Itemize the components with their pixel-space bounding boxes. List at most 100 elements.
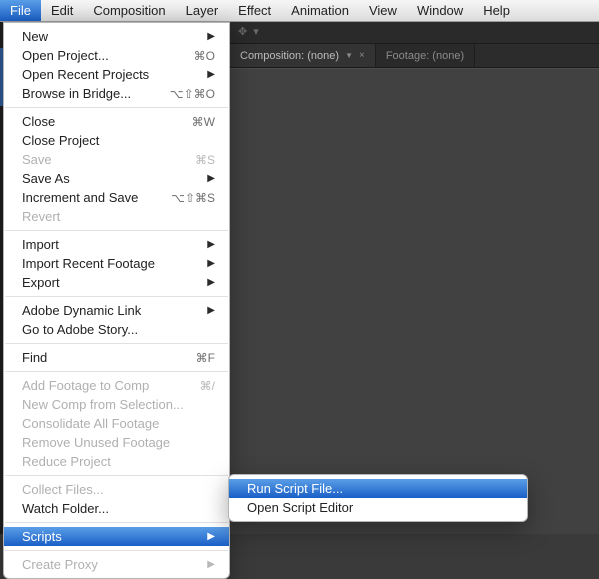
menu-item: Revert [4, 207, 229, 226]
menu-item-label: Import Recent Footage [22, 256, 199, 271]
menu-item[interactable]: Adobe Dynamic Link▶ [4, 301, 229, 320]
menu-item-shortcut: ⌘S [187, 153, 215, 167]
menu-item[interactable]: Export▶ [4, 273, 229, 292]
menu-item: Consolidate All Footage [4, 414, 229, 433]
menu-item-label: Save [22, 152, 187, 167]
menu-item-label: Browse in Bridge... [22, 86, 162, 101]
menu-item-label: New Comp from Selection... [22, 397, 215, 412]
menu-item-label: Adobe Dynamic Link [22, 303, 199, 318]
menu-animation[interactable]: Animation [281, 0, 359, 21]
menu-view[interactable]: View [359, 0, 407, 21]
menu-item-label: Scripts [22, 529, 199, 544]
submenu-arrow-icon: ▶ [199, 239, 215, 250]
menu-item-label: Close Project [22, 133, 215, 148]
submenu-item-label: Run Script File... [247, 481, 513, 496]
panel-header-strip: ✥ ▾ [230, 22, 599, 44]
close-icon[interactable]: × [359, 50, 365, 61]
menu-edit[interactable]: Edit [41, 0, 83, 21]
menu-item[interactable]: Browse in Bridge...⌥⇧⌘O [4, 84, 229, 103]
menu-item[interactable]: Close⌘W [4, 112, 229, 131]
file-dropdown: New▶Open Project...⌘OOpen Recent Project… [3, 22, 230, 579]
tab-composition[interactable]: Composition: (none) ▼ × [230, 44, 376, 67]
menu-item: Create Proxy▶ [4, 555, 229, 574]
menu-layer[interactable]: Layer [176, 0, 229, 21]
menu-item-label: Increment and Save [22, 190, 163, 205]
submenu-arrow-icon: ▶ [199, 258, 215, 269]
submenu-item-label: Open Script Editor [247, 500, 513, 515]
chevron-down-icon[interactable]: ▼ [345, 51, 353, 60]
viewer-canvas [230, 68, 599, 534]
scripts-submenu: Run Script File... Open Script Editor [228, 474, 528, 522]
submenu-arrow-icon: ▶ [199, 173, 215, 184]
menu-effect[interactable]: Effect [228, 0, 281, 21]
menu-item: Remove Unused Footage [4, 433, 229, 452]
menu-separator [5, 550, 228, 551]
panel-move-icon[interactable]: ✥ [238, 25, 247, 38]
menu-edit-label: Edit [51, 3, 73, 18]
tab-composition-label: Composition: (none) [240, 50, 339, 62]
menu-item-label: Watch Folder... [22, 501, 215, 516]
menu-item: Reduce Project [4, 452, 229, 471]
menu-item-label: New [22, 29, 199, 44]
menu-item: New Comp from Selection... [4, 395, 229, 414]
menu-item-label: Remove Unused Footage [22, 435, 215, 450]
menu-item[interactable]: Watch Folder... [4, 499, 229, 518]
menu-item[interactable]: Import▶ [4, 235, 229, 254]
menu-window[interactable]: Window [407, 0, 473, 21]
submenu-arrow-icon: ▶ [199, 531, 215, 542]
menu-item-shortcut: ⌘F [188, 351, 215, 365]
menu-item-label: Consolidate All Footage [22, 416, 215, 431]
panel-menu-icon[interactable]: ▾ [253, 25, 259, 38]
submenu-item[interactable]: Run Script File... [229, 479, 527, 498]
menu-item-label: Add Footage to Comp [22, 378, 192, 393]
menu-item-label: Close [22, 114, 184, 129]
menu-effect-label: Effect [238, 3, 271, 18]
menu-separator [5, 107, 228, 108]
submenu-arrow-icon: ▶ [199, 69, 215, 80]
menu-item-label: Find [22, 350, 188, 365]
menu-item[interactable]: Save As▶ [4, 169, 229, 188]
menu-window-label: Window [417, 3, 463, 18]
menu-item-shortcut: ⌘/ [192, 379, 215, 393]
menu-item-label: Export [22, 275, 199, 290]
menu-separator [5, 522, 228, 523]
tab-footage[interactable]: Footage: (none) [376, 44, 475, 67]
submenu-item[interactable]: Open Script Editor [229, 498, 527, 517]
menu-item[interactable]: Open Project...⌘O [4, 46, 229, 65]
menu-item-shortcut: ⌥⇧⌘O [162, 87, 215, 101]
menu-item[interactable]: Open Recent Projects▶ [4, 65, 229, 84]
menu-help[interactable]: Help [473, 0, 520, 21]
menu-item[interactable]: Find⌘F [4, 348, 229, 367]
menu-help-label: Help [483, 3, 510, 18]
submenu-arrow-icon: ▶ [199, 277, 215, 288]
menu-item[interactable]: Import Recent Footage▶ [4, 254, 229, 273]
menu-item[interactable]: Close Project [4, 131, 229, 150]
menu-item[interactable]: Go to Adobe Story... [4, 320, 229, 339]
menu-file[interactable]: File [0, 0, 41, 21]
menu-item[interactable]: New▶ [4, 27, 229, 46]
menu-item-label: Open Project... [22, 48, 186, 63]
menu-separator [5, 230, 228, 231]
menu-item-label: Collect Files... [22, 482, 215, 497]
menu-item-shortcut: ⌥⇧⌘S [163, 191, 215, 205]
submenu-arrow-icon: ▶ [199, 559, 215, 570]
menu-separator [5, 343, 228, 344]
viewer-tabs: Composition: (none) ▼ × Footage: (none) [230, 44, 599, 68]
menu-item[interactable]: Increment and Save⌥⇧⌘S [4, 188, 229, 207]
menu-composition[interactable]: Composition [83, 0, 175, 21]
menu-animation-label: Animation [291, 3, 349, 18]
menu-composition-label: Composition [93, 3, 165, 18]
menu-separator [5, 296, 228, 297]
menu-item: Add Footage to Comp⌘/ [4, 376, 229, 395]
menubar: File Edit Composition Layer Effect Anima… [0, 0, 599, 22]
menu-separator [5, 371, 228, 372]
menu-view-label: View [369, 3, 397, 18]
menu-item[interactable]: Scripts▶ [4, 527, 229, 546]
menu-separator [5, 475, 228, 476]
menu-layer-label: Layer [186, 3, 219, 18]
menu-item-label: Go to Adobe Story... [22, 322, 215, 337]
menu-item-label: Reduce Project [22, 454, 215, 469]
menu-item-label: Open Recent Projects [22, 67, 199, 82]
menu-file-label: File [10, 3, 31, 18]
menu-item-shortcut: ⌘O [186, 49, 215, 63]
